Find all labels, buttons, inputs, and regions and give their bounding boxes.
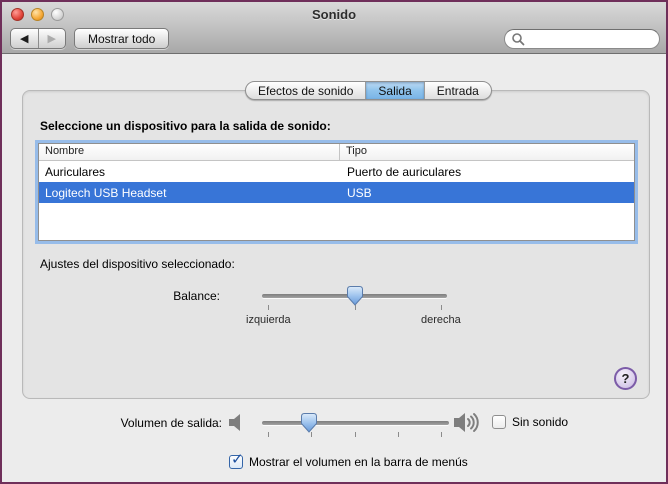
table-header: Nombre Tipo: [39, 144, 634, 161]
help-glyph: ?: [621, 371, 630, 386]
menubar-volume-checkbox[interactable]: ✓: [229, 451, 244, 469]
tab-sound-effects[interactable]: Efectos de sonido: [246, 82, 367, 99]
balance-right-caption: derecha: [421, 314, 461, 326]
device-settings-heading: Ajustes del dispositivo seleccionado:: [40, 257, 235, 271]
history-nav: ◀ ▶: [10, 28, 66, 49]
volume-ticks: [268, 432, 442, 437]
mute-label: Sin sonido: [512, 415, 569, 429]
back-button[interactable]: ◀: [11, 29, 39, 48]
show-all-label: Mostrar todo: [88, 31, 156, 46]
balance-slider-thumb[interactable]: [346, 286, 363, 306]
output-device-heading: Seleccione un dispositivo para la salida…: [40, 119, 331, 133]
table-row[interactable]: Auriculares Puerto de auriculares: [39, 161, 634, 182]
search-input[interactable]: [525, 33, 645, 45]
help-button[interactable]: ?: [614, 367, 637, 390]
mute-checkbox[interactable]: [492, 415, 506, 429]
tab-input[interactable]: Entrada: [425, 82, 491, 99]
menubar-volume-label: Mostrar el volumen en la barra de menús: [249, 455, 468, 469]
balance-label: Balance:: [173, 289, 220, 303]
speaker-loud-icon: [454, 413, 479, 432]
device-name: Logitech USB Headset: [45, 185, 167, 200]
device-name: Auriculares: [45, 164, 106, 179]
balance-left-caption: izquierda: [246, 314, 291, 326]
column-header-name[interactable]: Nombre: [39, 144, 340, 160]
title-bar: Sonido ◀ ▶ Mostrar todo: [2, 2, 666, 54]
volume-slider-thumb[interactable]: [300, 413, 317, 433]
tab-label: Entrada: [436, 83, 479, 98]
menubar-volume-option: ✓ Mostrar el volumen en la barra de menú…: [229, 451, 468, 469]
mute-option: Sin sonido: [492, 415, 568, 429]
speaker-quiet-icon: [229, 414, 240, 431]
device-type: USB: [347, 185, 372, 200]
tab-bar: Efectos de sonido Salida Entrada: [245, 81, 492, 100]
search-field[interactable]: [504, 29, 660, 49]
volume-slider-track[interactable]: [262, 413, 449, 433]
show-all-button[interactable]: Mostrar todo: [74, 28, 170, 49]
tab-label: Efectos de sonido: [258, 83, 354, 98]
tab-content-pane: [22, 90, 650, 399]
output-volume-label: Volumen de salida:: [120, 416, 222, 430]
balance-ticks: [268, 305, 442, 310]
output-device-table: Nombre Tipo Auriculares Puerto de auricu…: [38, 143, 635, 241]
tab-label: Salida: [378, 83, 412, 98]
forward-button[interactable]: ▶: [39, 29, 66, 48]
search-icon: [512, 33, 525, 46]
back-icon: ◀: [20, 33, 29, 45]
tab-output[interactable]: Salida: [366, 82, 425, 99]
checkmark-icon: ✓: [231, 451, 244, 468]
balance-slider-track[interactable]: [262, 286, 447, 306]
table-row-selected[interactable]: Logitech USB Headset USB: [39, 182, 634, 203]
device-type: Puerto de auriculares: [347, 164, 462, 179]
column-header-type[interactable]: Tipo: [340, 144, 634, 160]
forward-icon: ▶: [47, 33, 56, 45]
window-title: Sonido: [311, 7, 357, 22]
sound-preferences-window: Sonido ◀ ▶ Mostrar todo Efectos de sonid…: [0, 0, 668, 484]
